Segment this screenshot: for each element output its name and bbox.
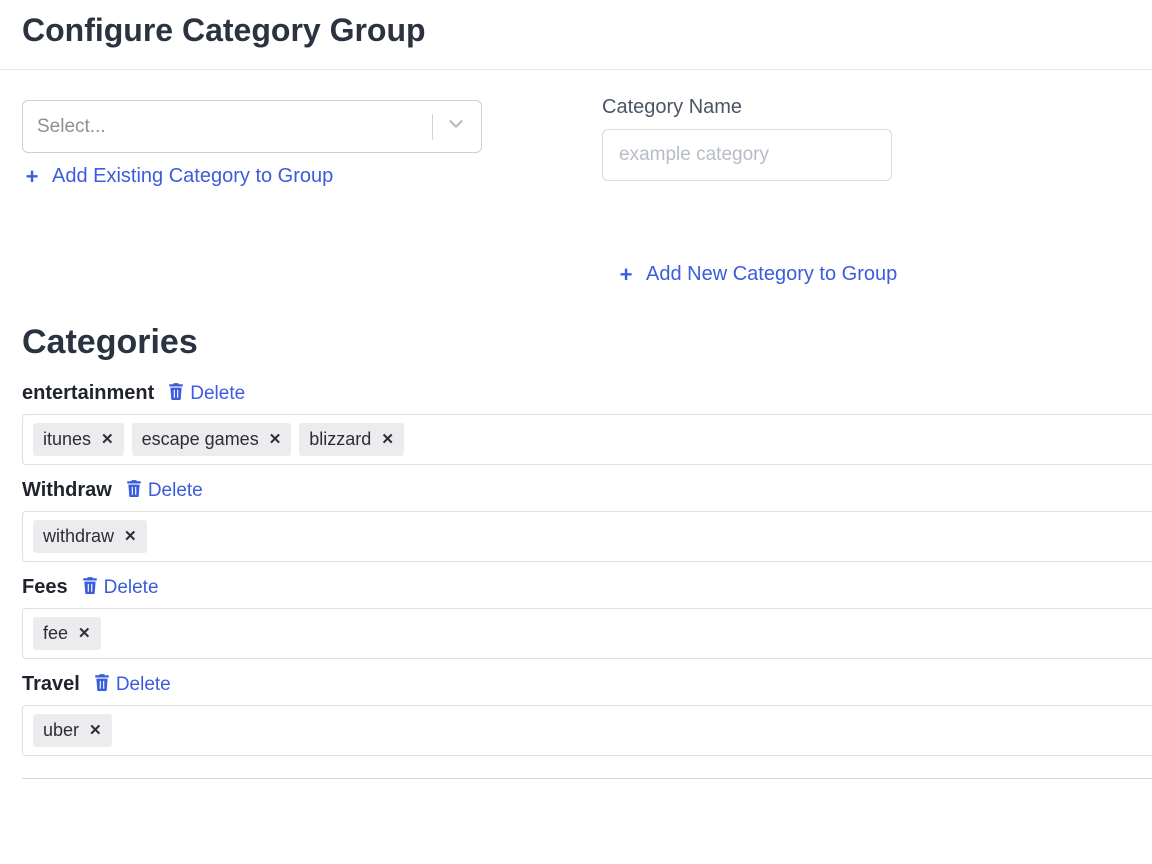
category-block: Fees Delete fee ✕: [22, 576, 1152, 659]
tag: withdraw ✕: [33, 520, 147, 553]
select-divider: [432, 114, 433, 140]
tag-label: itunes: [43, 429, 91, 450]
delete-label: Delete: [148, 480, 203, 502]
category-name: entertainment: [22, 382, 154, 405]
tag-input-box[interactable]: uber ✕: [22, 705, 1152, 756]
tag-label: uber: [43, 720, 79, 741]
tag-label: fee: [43, 623, 68, 644]
tag-label: blizzard: [309, 429, 371, 450]
tag: fee ✕: [33, 617, 101, 650]
delete-category-button[interactable]: Delete: [94, 673, 171, 697]
bottom-divider: [22, 778, 1152, 779]
remove-tag-icon[interactable]: ✕: [78, 624, 91, 642]
delete-category-button[interactable]: Delete: [82, 576, 159, 600]
plus-icon: +: [22, 166, 42, 188]
tag-input-box[interactable]: fee ✕: [22, 608, 1152, 659]
chevron-down-icon: [445, 113, 467, 140]
page-title: Configure Category Group: [22, 12, 1152, 49]
trash-icon: [82, 576, 98, 600]
tag: escape games ✕: [132, 423, 292, 456]
select-placeholder: Select...: [37, 116, 106, 138]
existing-category-select[interactable]: Select...: [22, 100, 482, 153]
remove-tag-icon[interactable]: ✕: [124, 527, 137, 545]
remove-tag-icon[interactable]: ✕: [89, 721, 102, 739]
tag: blizzard ✕: [299, 423, 404, 456]
category-block: Withdraw Delete withdraw ✕: [22, 479, 1152, 562]
add-new-label: Add New Category to Group: [646, 263, 897, 286]
divider: [0, 69, 1152, 70]
delete-category-button[interactable]: Delete: [168, 382, 245, 406]
tag: uber ✕: [33, 714, 112, 747]
category-name: Fees: [22, 576, 68, 599]
add-existing-category-link[interactable]: + Add Existing Category to Group: [22, 165, 333, 188]
add-new-category-link[interactable]: + Add New Category to Group: [616, 263, 897, 286]
trash-icon: [126, 479, 142, 503]
remove-tag-icon[interactable]: ✕: [269, 430, 282, 448]
delete-label: Delete: [116, 674, 171, 696]
tag-input-box[interactable]: itunes ✕ escape games ✕ blizzard ✕: [22, 414, 1152, 465]
category-block: entertainmentDeleteitunes✕escape games✕b…: [22, 382, 1152, 465]
tag-label: withdraw: [43, 526, 114, 547]
remove-tag-icon[interactable]: ✕: [381, 430, 394, 448]
delete-category-button[interactable]: Delete: [126, 479, 203, 503]
tag-label: escape games: [142, 429, 259, 450]
categories-heading: Categories: [22, 323, 1152, 362]
add-existing-label: Add Existing Category to Group: [52, 165, 333, 188]
delete-label: Delete: [104, 577, 159, 599]
trash-icon: [168, 382, 184, 406]
category-name: Withdraw: [22, 479, 112, 502]
category-name-input[interactable]: [602, 129, 892, 181]
remove-tag-icon[interactable]: ✕: [101, 430, 114, 448]
categories-list: entertainmentDeleteitunes✕escape games✕b…: [22, 382, 1152, 756]
tag-input-box[interactable]: withdraw ✕: [22, 511, 1152, 562]
category-block: Travel Delete uber ✕: [22, 673, 1152, 756]
category-name-label: Category Name: [602, 96, 1062, 119]
delete-label: Delete: [190, 383, 245, 405]
tag: itunes ✕: [33, 423, 124, 456]
plus-icon: +: [616, 264, 636, 286]
trash-icon: [94, 673, 110, 697]
category-name: Travel: [22, 673, 80, 696]
